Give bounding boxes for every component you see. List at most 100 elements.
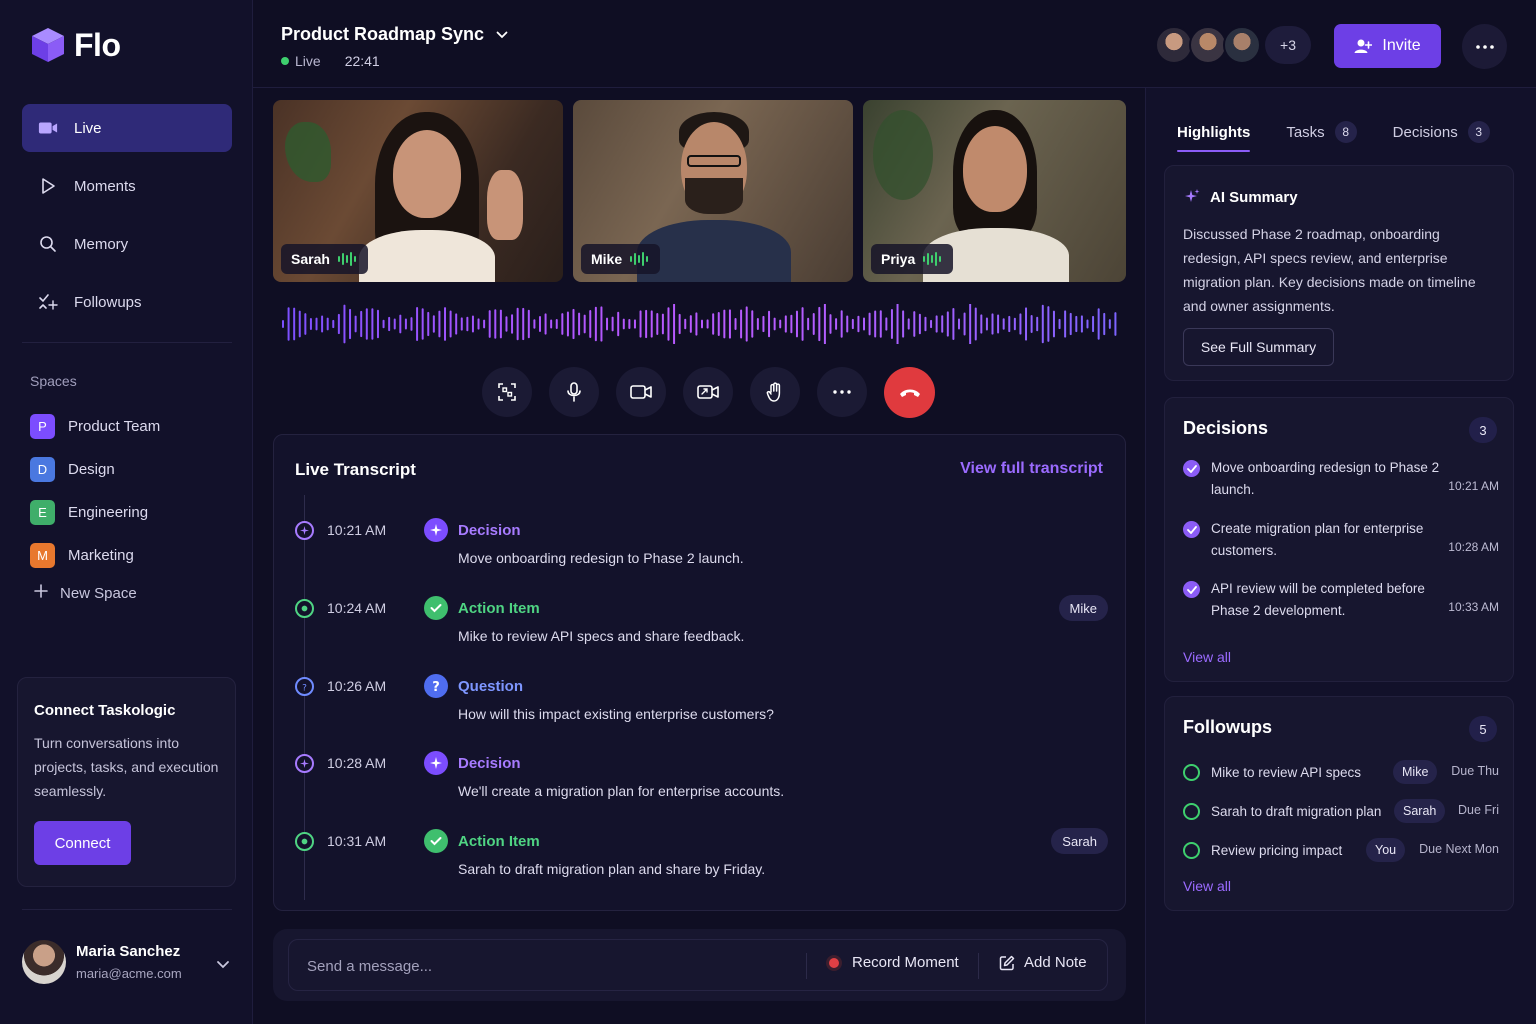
meeting-header: Product Roadmap Sync Live 22:41 +3 Invit… — [253, 0, 1536, 88]
check-icon — [1183, 521, 1200, 538]
action-node-icon — [295, 832, 314, 851]
transcript-entry[interactable]: 10:21 AM Decision Move onboarding redesi… — [274, 514, 1125, 584]
tab-label: Tasks — [1286, 123, 1325, 141]
check-icon — [424, 829, 448, 853]
space-product-team[interactable]: P Product Team — [30, 412, 160, 440]
record-moment-button[interactable]: Record Moment — [826, 954, 959, 971]
question-node-icon: ? — [295, 677, 314, 696]
view-all-followups-link[interactable]: View all — [1183, 878, 1231, 894]
sidebar-divider — [22, 342, 232, 343]
nav-label: Followups — [74, 293, 142, 311]
record-icon — [826, 954, 842, 971]
invite-label: Invite — [1382, 37, 1421, 54]
decision-item[interactable]: Move onboarding redesign to Phase 2 laun… — [1183, 457, 1499, 507]
end-call-button[interactable] — [884, 367, 935, 418]
ai-summary-text: Discussed Phase 2 roadmap, onboarding re… — [1183, 226, 1476, 314]
followup-item[interactable]: Sarah to draft migration plan Sarah Due … — [1183, 798, 1499, 824]
entry-text: Sarah to draft migration plan and share … — [458, 861, 766, 877]
user-profile[interactable]: Maria Sanchez maria@acme.com — [22, 938, 234, 986]
followups-count-badge: 5 — [1469, 716, 1497, 742]
user-name: Maria Sanchez — [76, 943, 181, 960]
share-screen-icon — [697, 385, 719, 399]
entry-text: How will this impact existing enterprise… — [458, 706, 774, 722]
checkbox-icon[interactable] — [1183, 763, 1200, 781]
raise-hand-button[interactable] — [750, 367, 800, 417]
tab-decisions[interactable]: Decisions 3 — [1393, 118, 1490, 146]
entry-type: Decision — [458, 755, 521, 772]
message-input[interactable] — [307, 954, 777, 978]
view-full-transcript-link[interactable]: View full transcript — [960, 460, 1103, 478]
nav-item-followups[interactable]: Followups — [22, 278, 232, 326]
record-label: Record Moment — [852, 954, 959, 971]
video-tile-priya[interactable]: Priya — [863, 100, 1126, 282]
view-all-decisions-link[interactable]: View all — [1183, 649, 1231, 665]
meeting-status: Live 22:41 — [281, 53, 380, 69]
layout-button[interactable] — [482, 367, 532, 417]
space-marketing[interactable]: M Marketing — [30, 541, 160, 569]
followup-item[interactable]: Review pricing impact You Due Next Mon — [1183, 837, 1499, 863]
avatar — [1189, 26, 1227, 64]
chevron-down-icon — [496, 31, 508, 38]
more-options-button[interactable] — [1462, 24, 1507, 69]
decision-item[interactable]: API review will be completed before Phas… — [1183, 578, 1499, 628]
share-screen-button[interactable] — [683, 367, 733, 417]
decision-node-icon — [295, 754, 314, 773]
see-full-summary-button[interactable]: See Full Summary — [1183, 328, 1334, 366]
space-badge: M — [30, 542, 55, 568]
transcript-entry[interactable]: 10:28 AM Decision We'll create a migrati… — [274, 747, 1125, 817]
nav-item-live[interactable]: Live — [22, 104, 232, 152]
entry-type: Action Item — [458, 600, 540, 617]
meeting-title[interactable]: Product Roadmap Sync — [281, 24, 508, 45]
chevron-down-icon[interactable] — [216, 956, 230, 974]
transcript-entry[interactable]: 10:31 AM Action Item Sarah to draft migr… — [274, 825, 1125, 895]
svg-text:?: ? — [432, 680, 440, 693]
entry-time: 10:28 AM — [327, 755, 387, 771]
tab-highlights[interactable]: Highlights — [1177, 118, 1251, 152]
more-participants-badge[interactable]: +3 — [1265, 26, 1311, 64]
video-tile-sarah[interactable]: Sarah — [273, 100, 563, 282]
camera-icon — [38, 118, 58, 138]
participant-avatars[interactable]: +3 — [1155, 26, 1311, 64]
microphone-button[interactable] — [549, 367, 599, 417]
transcript-entry[interactable]: ? 10:26 AM ? Question How will this impa… — [274, 670, 1125, 740]
entry-text: Move onboarding redesign to Phase 2 laun… — [458, 550, 744, 566]
nav-item-memory[interactable]: Memory — [22, 220, 232, 268]
participant-label: Sarah — [281, 244, 368, 274]
decision-item[interactable]: Create migration plan for enterprise cus… — [1183, 518, 1499, 568]
tab-tasks[interactable]: Tasks 8 — [1286, 118, 1357, 146]
decision-time: 10:28 AM — [1448, 540, 1499, 554]
space-engineering[interactable]: E Engineering — [30, 498, 160, 526]
play-icon — [38, 176, 58, 196]
spaces-list: P Product Team D Design E Engineering M … — [30, 412, 160, 602]
entry-time: 10:24 AM — [327, 600, 387, 616]
brand-logo[interactable]: Flo — [30, 26, 121, 64]
participant-label: Priya — [871, 244, 954, 274]
camera-button[interactable] — [616, 367, 666, 417]
decision-time: 10:33 AM — [1448, 600, 1499, 614]
assignee-tag[interactable]: Mike — [1058, 595, 1108, 621]
checkbox-icon[interactable] — [1183, 802, 1200, 820]
new-space-button[interactable]: New Space — [30, 584, 160, 602]
participant-label: Mike — [581, 244, 661, 274]
nav-label: Moments — [74, 177, 136, 195]
live-dot-icon — [281, 57, 289, 65]
space-design[interactable]: D Design — [30, 455, 160, 483]
checkbox-icon[interactable] — [1183, 841, 1200, 859]
invite-button[interactable]: Invite — [1334, 24, 1441, 68]
decisions-heading: Decisions — [1183, 418, 1269, 438]
space-label: Product Team — [68, 417, 161, 435]
assignee-tag[interactable]: Sarah — [1051, 828, 1108, 854]
video-tile-mike[interactable]: Mike — [573, 100, 853, 282]
decisions-card: Decisions 3 Move onboarding redesign to … — [1164, 397, 1514, 682]
space-badge: D — [30, 456, 55, 482]
decision-node-icon — [295, 521, 314, 540]
entry-type: Question — [458, 678, 524, 695]
nav-item-moments[interactable]: Moments — [22, 162, 232, 210]
more-icon — [833, 390, 851, 394]
followup-item[interactable]: Mike to review API specs Mike Due Thu — [1183, 759, 1499, 785]
add-note-button[interactable]: Add Note — [999, 954, 1087, 971]
connect-button[interactable]: Connect — [34, 821, 131, 865]
avatar — [1155, 26, 1193, 64]
more-controls-button[interactable] — [817, 367, 867, 417]
transcript-entry[interactable]: 10:24 AM Action Item Mike to review API … — [274, 592, 1125, 662]
